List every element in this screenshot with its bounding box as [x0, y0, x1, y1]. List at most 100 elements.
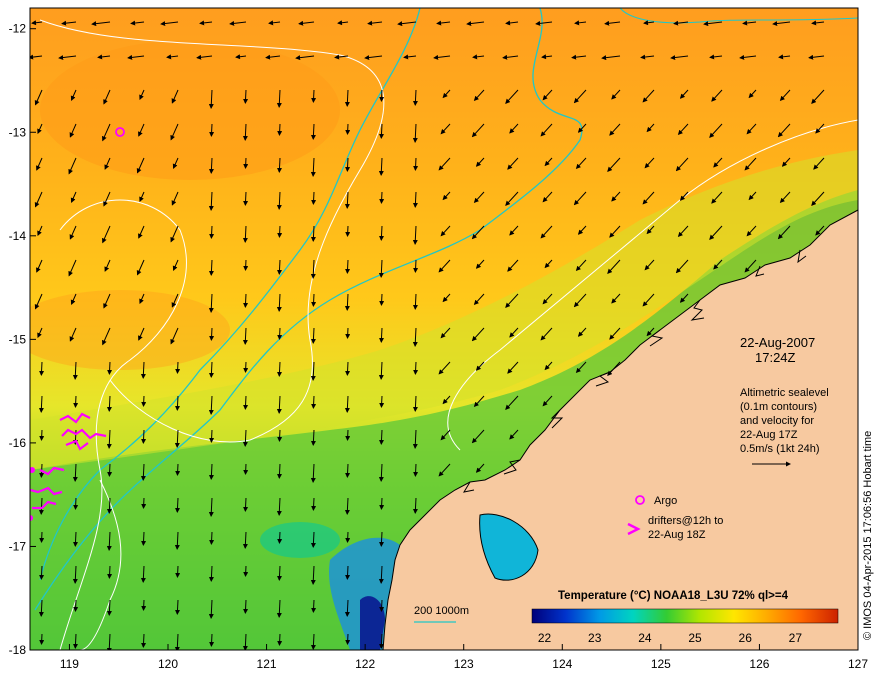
velocity-arrow	[73, 395, 79, 408]
velocity-arrow	[311, 395, 317, 409]
velocity-arrow	[345, 565, 351, 580]
velocity-arrow	[107, 565, 113, 579]
velocity-arrow	[209, 633, 215, 647]
velocity-arrow	[379, 225, 384, 241]
velocity-arrow	[379, 599, 385, 612]
velocity-arrow	[243, 293, 249, 308]
velocity-arrow	[379, 327, 384, 343]
velocity-arrow	[379, 191, 385, 204]
drifters-legend-line: 22-Aug 18Z	[648, 529, 706, 541]
lat-tick-label: -15	[9, 332, 27, 346]
velocity-arrow	[107, 361, 113, 375]
velocity-arrow	[277, 531, 283, 544]
colorbar-tick-label: 26	[739, 631, 753, 645]
velocity-arrow	[243, 89, 249, 104]
velocity-arrow	[175, 565, 181, 578]
lon-tick-label: 122	[355, 657, 375, 671]
colorbar-tick-label: 22	[538, 631, 552, 645]
velocity-arrow	[175, 395, 180, 411]
velocity-arrow	[379, 531, 384, 547]
velocity-arrow	[277, 259, 282, 275]
cool-water-pool	[260, 522, 340, 558]
velocity-arrow	[413, 463, 419, 477]
velocity-arrow	[277, 361, 282, 377]
altimetry-line: Altimetric sealevel	[740, 387, 829, 399]
velocity-arrow	[379, 633, 384, 649]
velocity-arrow	[379, 497, 385, 510]
velocity-arrow	[277, 565, 282, 581]
velocity-arrow	[209, 123, 215, 137]
velocity-arrow	[345, 157, 351, 172]
lat-tick-label: -12	[9, 22, 27, 36]
velocity-arrow	[175, 497, 180, 513]
velocity-arrow	[175, 463, 181, 476]
velocity-arrow	[277, 225, 283, 238]
velocity-arrow	[39, 361, 45, 376]
velocity-arrow	[311, 599, 317, 613]
velocity-arrow	[175, 361, 181, 374]
lon-tick-label: 125	[651, 657, 671, 671]
lat-tick-label: -16	[9, 436, 27, 450]
argo-legend-label: Argo	[654, 495, 677, 507]
velocity-arrow	[73, 599, 79, 612]
warm-patch	[30, 290, 230, 370]
velocity-arrow	[413, 361, 419, 375]
velocity-arrow	[413, 157, 419, 171]
velocity-arrow	[413, 259, 419, 273]
velocity-arrow	[39, 565, 45, 580]
lon-tick-label: 120	[158, 657, 178, 671]
altimetry-line: (0.1m contours)	[740, 401, 817, 413]
lon-tick-label: 121	[257, 657, 277, 671]
velocity-arrow	[209, 327, 215, 341]
velocity-arrow	[311, 89, 317, 103]
lat-tick-label: -18	[9, 643, 27, 657]
sst-map: 119 120 121 122 123 124 125 126 127 -12 -13 -14 -15…	[9, 7, 868, 671]
velocity-arrow	[107, 463, 113, 477]
lon-tick-label: 119	[60, 657, 79, 671]
velocity-arrow	[311, 191, 317, 205]
velocity-arrow	[277, 123, 283, 136]
lon-tick-label: 127	[848, 657, 868, 671]
velocity-arrow	[175, 599, 180, 615]
lon-tick-label: 124	[552, 657, 572, 671]
velocity-arrow	[209, 531, 215, 545]
date-label: 22-Aug-2007	[740, 335, 815, 350]
colorbar	[531, 608, 839, 624]
colorbar-tick-label: 25	[688, 631, 702, 645]
colorbar-title: Temperature (°C) NOAA18_L3U 72% ql>=4	[558, 590, 789, 602]
lat-tick-label: -13	[9, 125, 27, 139]
velocity-arrow	[345, 259, 351, 274]
velocity-arrow	[379, 123, 384, 139]
velocity-arrow	[277, 327, 283, 340]
velocity-arrow	[243, 599, 249, 614]
velocity-arrow	[311, 293, 317, 307]
lon-tick-label: 123	[454, 657, 474, 671]
velocity-arrow	[73, 633, 78, 649]
velocity-arrow	[141, 633, 147, 648]
velocity-arrow	[379, 293, 385, 306]
velocity-arrow	[277, 633, 283, 646]
velocity-arrow	[73, 531, 78, 547]
velocity-arrow	[379, 89, 385, 102]
velocity-arrow	[243, 395, 249, 410]
bathymetry-legend-label: 200 1000m	[414, 605, 469, 617]
velocity-arrow	[311, 497, 317, 511]
lat-tick-label: -17	[9, 539, 27, 553]
velocity-arrow	[277, 429, 283, 442]
velocity-arrow	[277, 157, 282, 173]
velocity-arrow	[243, 191, 249, 206]
altimetry-line: 0.5m/s (1kt 24h)	[740, 443, 819, 455]
altimetry-line: 22-Aug 17Z	[740, 429, 798, 441]
velocity-arrow	[209, 429, 215, 443]
time-label: 17:24Z	[755, 350, 796, 365]
velocity-arrow	[277, 463, 282, 479]
velocity-arrow	[141, 429, 147, 444]
velocity-arrow	[141, 531, 147, 546]
lon-tick-label: 126	[749, 657, 769, 671]
colorbar-tick-label: 23	[588, 631, 602, 645]
velocity-arrow	[73, 497, 79, 510]
drifters-legend-line: drifters@12h to	[648, 515, 723, 527]
velocity-arrow	[345, 463, 351, 478]
warm-patch	[40, 40, 340, 180]
velocity-arrow	[379, 429, 384, 445]
